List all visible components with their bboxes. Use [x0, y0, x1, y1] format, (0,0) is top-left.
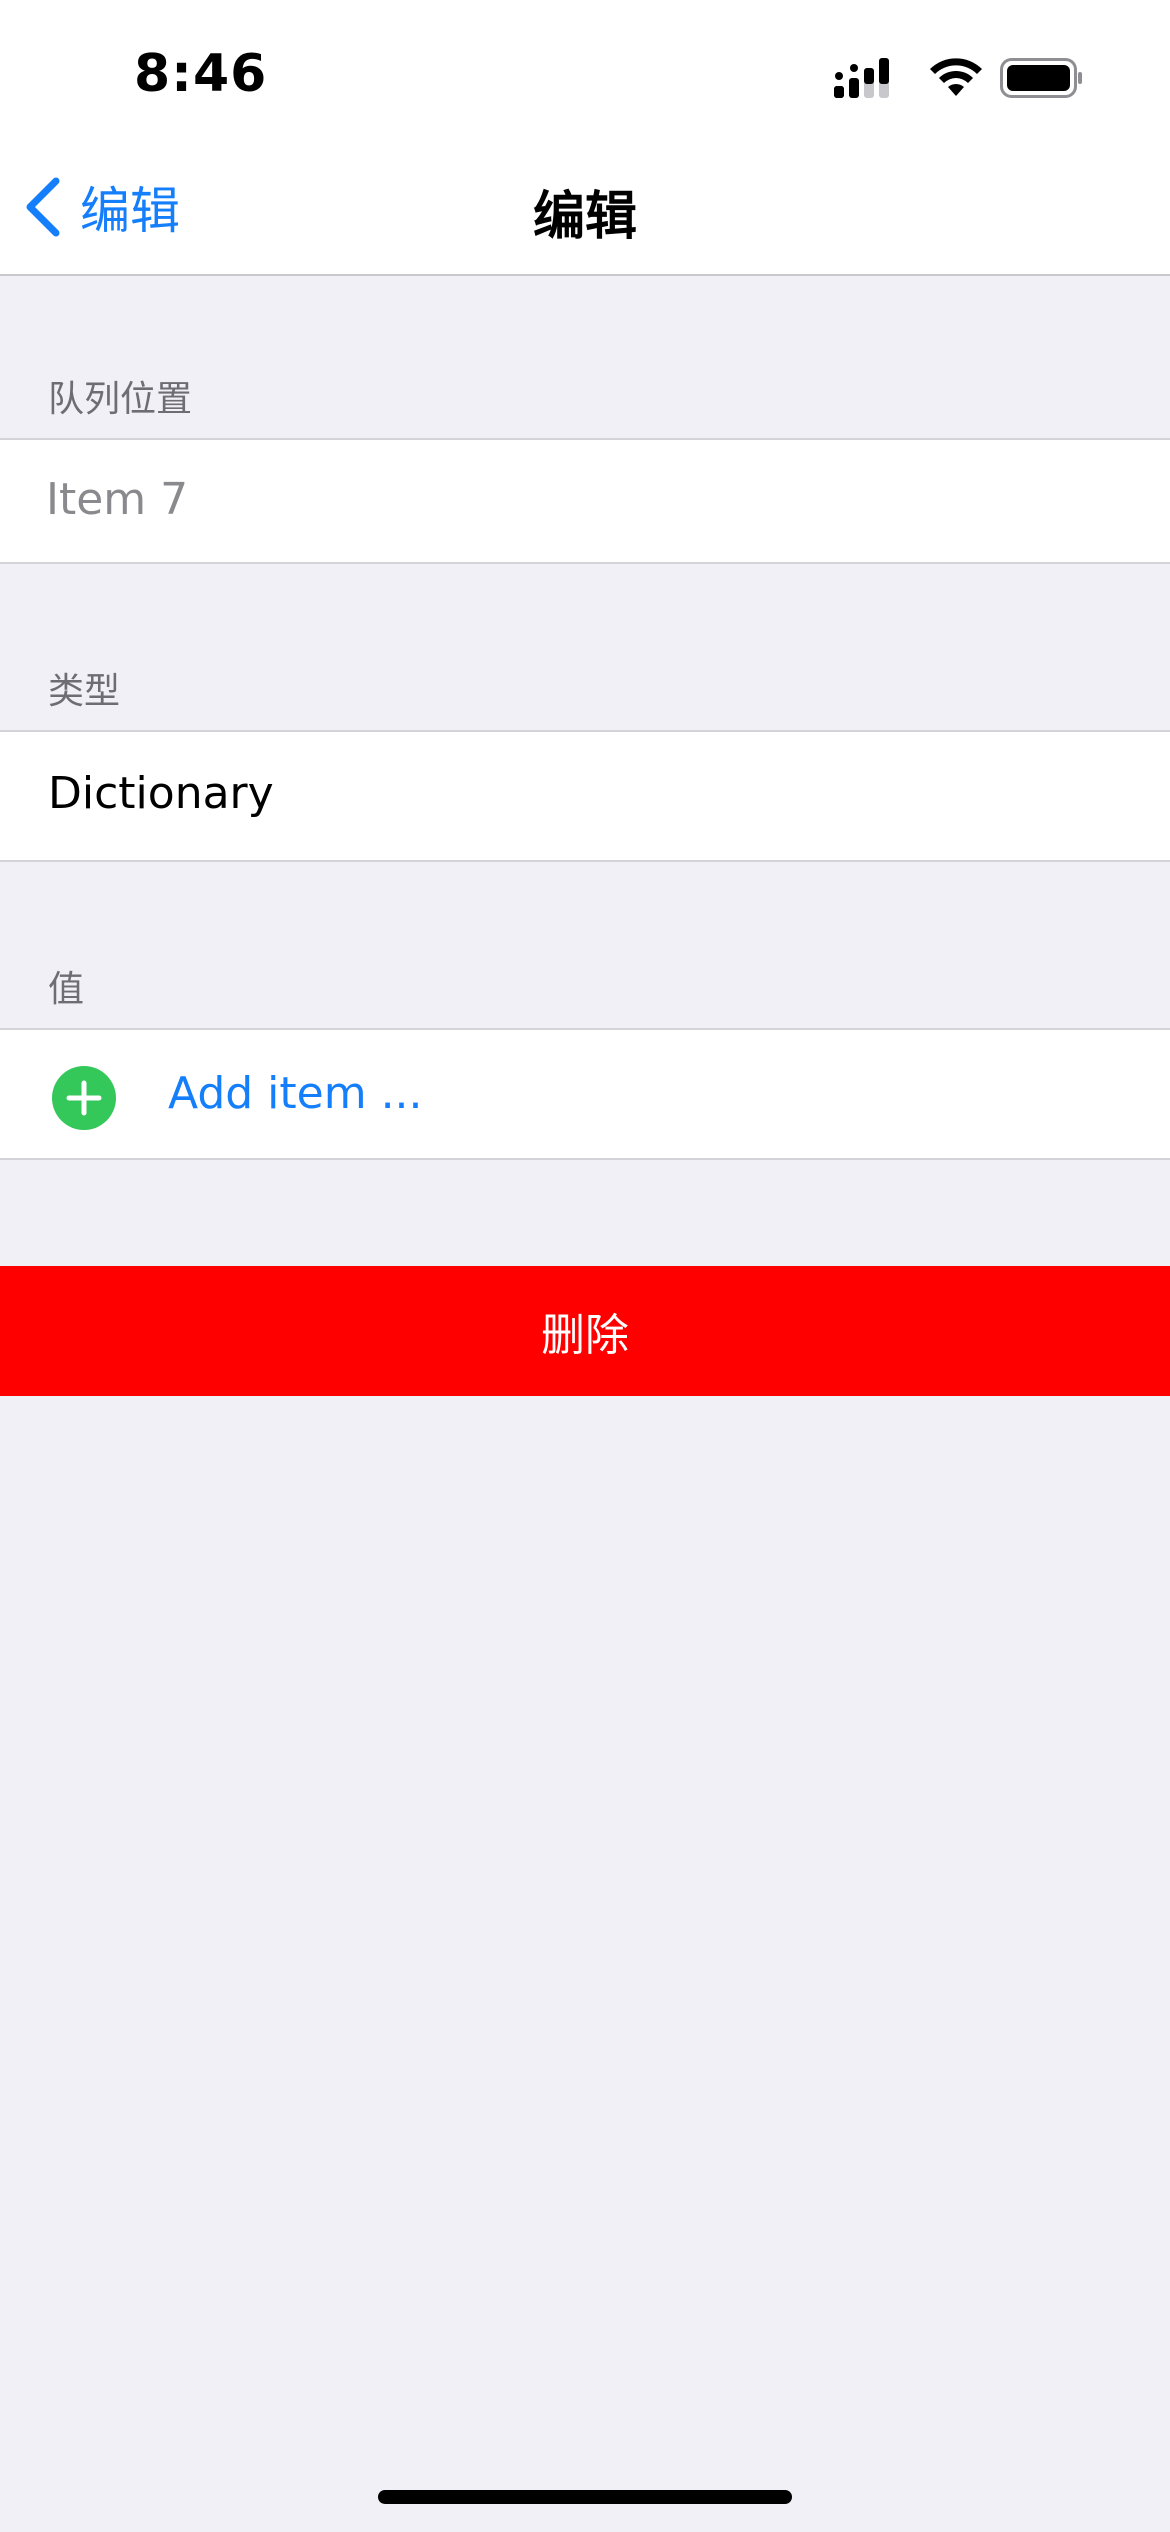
type-value: Dictionary [48, 768, 274, 819]
wifi-icon [930, 58, 982, 96]
queue-position-placeholder: Item 7 [46, 474, 189, 525]
page-title: 编辑 [532, 187, 637, 247]
status-bar: 8:46 [0, 0, 1170, 140]
add-item-label: Add item ... [168, 1068, 423, 1119]
section-header-type: 类型 [48, 671, 121, 712]
add-item-row[interactable]: Add item ... [0, 1028, 1170, 1160]
status-icons [832, 56, 1092, 100]
navigation-bar: 编辑 编辑 [0, 140, 1170, 276]
delete-button[interactable]: 删除 [0, 1266, 1170, 1396]
plus-circle-icon [52, 1066, 116, 1130]
section-header-queue-position: 队列位置 [48, 379, 193, 420]
status-time: 8:46 [134, 44, 268, 104]
section-header-value: 值 [48, 969, 85, 1010]
home-indicator[interactable] [378, 2490, 792, 2504]
type-field[interactable]: Dictionary [0, 730, 1170, 862]
cellular-signal-icon [834, 58, 889, 98]
battery-icon [1000, 58, 1082, 98]
queue-position-field[interactable]: Item 7 [0, 438, 1170, 564]
